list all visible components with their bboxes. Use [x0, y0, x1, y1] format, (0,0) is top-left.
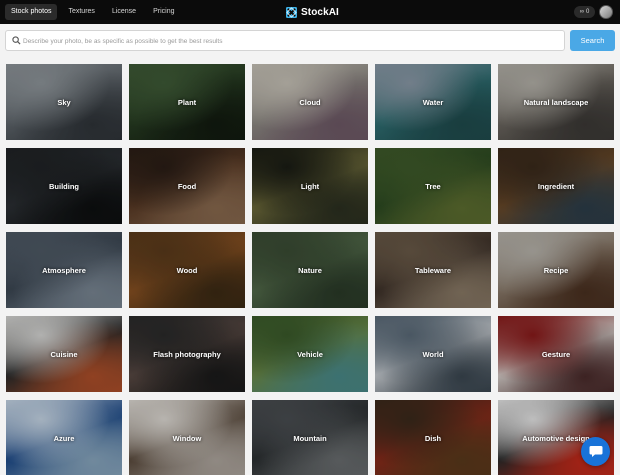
chat-button[interactable]: [581, 437, 610, 466]
nav-item-license[interactable]: License: [106, 4, 142, 20]
category-label: Atmosphere: [42, 265, 86, 275]
category-tile[interactable]: Plant: [129, 64, 245, 140]
category-tile[interactable]: Tableware: [375, 232, 491, 308]
category-label: Window: [172, 433, 202, 443]
category-tile[interactable]: Mountain: [252, 400, 368, 475]
category-label: Tree: [425, 181, 441, 191]
category-tile[interactable]: Gesture: [498, 316, 614, 392]
category-tile[interactable]: Building: [6, 148, 122, 224]
stockai-logo-icon: [286, 6, 297, 18]
nav-item-textures[interactable]: Textures: [62, 4, 100, 20]
category-label: Sky: [57, 97, 71, 107]
category-label: World: [422, 349, 444, 359]
category-label: Food: [177, 181, 197, 191]
category-tile[interactable]: Food: [129, 148, 245, 224]
category-label: Water: [422, 97, 444, 107]
category-label: Ingredient: [537, 181, 575, 191]
category-label: Vehicle: [297, 349, 323, 359]
category-tile[interactable]: Ingredient: [498, 148, 614, 224]
brand[interactable]: StockAI: [286, 5, 339, 19]
category-label: Flash photography: [153, 349, 221, 359]
category-tile[interactable]: Sky: [6, 64, 122, 140]
category-tile[interactable]: Atmosphere: [6, 232, 122, 308]
credits-count: 0: [585, 9, 590, 15]
chat-bubble-icon: [589, 446, 602, 457]
category-label: Tableware: [414, 265, 452, 275]
category-tile[interactable]: Recipe: [498, 232, 614, 308]
category-label: Wood: [176, 265, 198, 275]
category-tile[interactable]: Dish: [375, 400, 491, 475]
category-tile[interactable]: Nature: [252, 232, 368, 308]
category-tile[interactable]: Light: [252, 148, 368, 224]
top-navigation-bar: Stock photos Textures License Pricing St…: [0, 0, 620, 24]
search-input[interactable]: [23, 33, 558, 49]
category-tile[interactable]: Wood: [129, 232, 245, 308]
category-label: Plant: [177, 97, 197, 107]
category-label: Cuisine: [50, 349, 78, 359]
category-tile[interactable]: Azure: [6, 400, 122, 475]
main-nav: Stock photos Textures License Pricing: [5, 4, 185, 20]
user-avatar[interactable]: [599, 5, 613, 19]
category-tile[interactable]: Water: [375, 64, 491, 140]
nav-item-pricing[interactable]: Pricing: [147, 4, 180, 20]
search-button[interactable]: Search: [570, 30, 615, 51]
infinity-icon: ∞: [579, 9, 584, 15]
category-label: Dish: [424, 433, 442, 443]
category-label: Building: [49, 181, 79, 191]
category-label: Azure: [53, 433, 75, 443]
category-tile[interactable]: Cuisine: [6, 316, 122, 392]
category-tile[interactable]: Cloud: [252, 64, 368, 140]
credits-badge[interactable]: ∞ 0: [574, 6, 595, 18]
category-label: Natural landscape: [523, 97, 589, 107]
category-label: Recipe: [543, 265, 569, 275]
category-tile[interactable]: Window: [129, 400, 245, 475]
brand-name: StockAI: [301, 6, 339, 18]
search-box: [5, 30, 565, 51]
category-label: Cloud: [299, 97, 321, 107]
category-label: Nature: [298, 265, 322, 275]
category-tile[interactable]: World: [375, 316, 491, 392]
category-tile[interactable]: Vehicle: [252, 316, 368, 392]
nav-item-stock-photos[interactable]: Stock photos: [5, 4, 58, 20]
search-icon: [12, 36, 21, 45]
category-label: Gesture: [541, 349, 571, 359]
category-tile[interactable]: Tree: [375, 148, 491, 224]
category-tile[interactable]: Natural landscape: [498, 64, 614, 140]
category-label: Mountain: [293, 433, 327, 443]
category-label: Light: [300, 181, 320, 191]
category-tile[interactable]: Flash photography: [129, 316, 245, 392]
